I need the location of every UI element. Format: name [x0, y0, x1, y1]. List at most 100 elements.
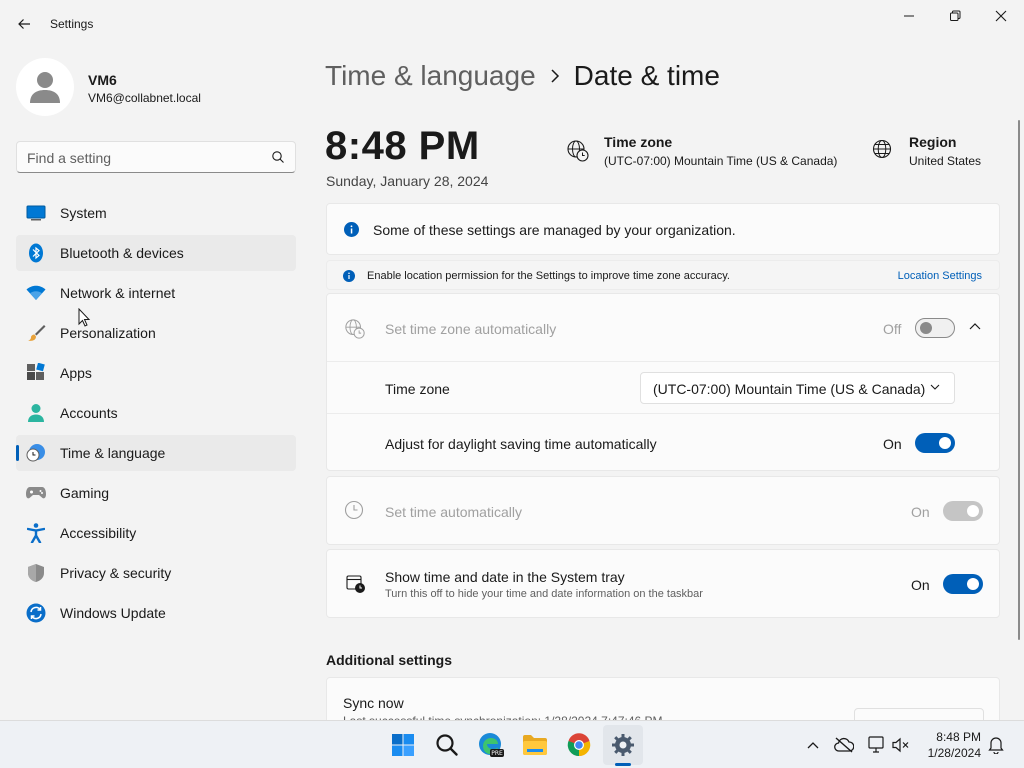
accessibility-icon: [26, 523, 46, 543]
sidebar-item-label: System: [60, 205, 107, 221]
timezone-summary-title: Time zone: [604, 134, 673, 150]
globe-icon: [872, 139, 892, 159]
sidebar-item-time-language[interactable]: Time & language: [16, 435, 296, 471]
sidebar-item-label: Accessibility: [60, 525, 137, 541]
brush-icon: [26, 323, 46, 343]
gear-icon: [612, 734, 634, 756]
row-divider: [327, 361, 999, 362]
location-info-bar: Enable location permission for the Setti…: [326, 260, 1000, 290]
onedrive-offline-icon[interactable]: [834, 735, 854, 755]
clock-icon: [344, 500, 364, 520]
network-icon[interactable]: [866, 735, 886, 755]
chevron-up-icon[interactable]: [969, 322, 981, 330]
chevron-right-icon: [550, 69, 560, 83]
show-hidden-icons-button[interactable]: [803, 735, 823, 755]
auto-timezone-toggle[interactable]: [915, 318, 955, 338]
settings-taskbar-button[interactable]: [603, 725, 643, 765]
chrome-button[interactable]: [559, 725, 599, 765]
user-name: VM6: [88, 72, 117, 88]
taskbar-clock-time[interactable]: 8:48 PM: [936, 730, 981, 744]
sidebar-item-personalization[interactable]: Personalization: [16, 315, 296, 351]
dst-toggle[interactable]: [915, 433, 955, 453]
auto-timezone-label: Set time zone automatically: [385, 321, 557, 337]
info-icon: [344, 222, 359, 237]
search-taskbar-button[interactable]: [427, 725, 467, 765]
managed-banner: Some of these settings are managed by yo…: [326, 203, 1000, 255]
update-icon: [26, 603, 46, 623]
chevron-down-icon: [930, 384, 940, 391]
sidebar-item-label: Bluetooth & devices: [60, 245, 184, 261]
accounts-icon: [26, 403, 46, 423]
auto-time-state: On: [911, 504, 930, 520]
edge-badge: PRE: [491, 750, 503, 757]
system-icon: [26, 203, 46, 223]
maximize-button[interactable]: [932, 0, 978, 32]
folder-icon: [523, 735, 547, 755]
auto-time-label: Set time automatically: [385, 504, 522, 520]
sidebar-item-label: Time & language: [60, 445, 166, 461]
back-button[interactable]: [8, 8, 40, 40]
search-icon: [436, 734, 458, 756]
minimize-button[interactable]: [886, 0, 932, 32]
timezone-dropdown[interactable]: (UTC-07:00) Mountain Time (US & Canada): [640, 372, 955, 404]
page-title: Date & time: [573, 60, 720, 91]
file-explorer-button[interactable]: [515, 725, 555, 765]
timezone-globe-clock-icon: [566, 139, 590, 163]
taskbar-clock-date[interactable]: 1/28/2024: [928, 746, 981, 760]
app-title: Settings: [50, 17, 94, 31]
notifications-bell-icon[interactable]: [986, 735, 1006, 755]
search-icon[interactable]: [271, 150, 285, 164]
gamepad-icon: [26, 483, 46, 503]
auto-timezone-state: Off: [883, 321, 902, 337]
tray-state: On: [911, 577, 930, 593]
wifi-icon: [26, 283, 46, 303]
windows-logo-icon: [392, 734, 414, 756]
system-tray-card: Show time and date in the System tray Tu…: [326, 549, 1000, 618]
current-date: Sunday, January 28, 2024: [326, 173, 489, 189]
dst-label: Adjust for daylight saving time automati…: [385, 436, 657, 452]
search-input[interactable]: [27, 148, 257, 168]
sidebar-item-label: Windows Update: [60, 605, 166, 621]
scrollbar[interactable]: [1018, 120, 1020, 640]
close-button[interactable]: [978, 0, 1024, 32]
sidebar-item-network[interactable]: Network & internet: [16, 275, 296, 311]
sidebar-item-gaming[interactable]: Gaming: [16, 475, 296, 511]
sidebar-item-windows-update[interactable]: Windows Update: [16, 595, 296, 631]
managed-banner-text: Some of these settings are managed by yo…: [373, 222, 736, 238]
location-settings-link[interactable]: Location Settings: [898, 270, 982, 282]
breadcrumb-parent[interactable]: Time & language: [325, 60, 536, 92]
additional-settings-heading: Additional settings: [326, 652, 452, 668]
bluetooth-icon: [26, 243, 46, 263]
sidebar-item-accounts[interactable]: Accounts: [16, 395, 296, 431]
dst-state: On: [883, 436, 902, 452]
region-summary-title: Region: [909, 134, 957, 150]
active-app-indicator: [615, 763, 631, 766]
search-box[interactable]: [16, 141, 296, 173]
calendar-clock-icon: [346, 574, 366, 594]
sidebar-item-system[interactable]: System: [16, 195, 296, 231]
auto-time-toggle[interactable]: [943, 501, 983, 521]
close-icon: [995, 10, 1007, 22]
sidebar-item-accessibility[interactable]: Accessibility: [16, 515, 296, 551]
location-info-text: Enable location permission for the Setti…: [367, 270, 730, 282]
tray-description: Turn this off to hide your time and date…: [385, 588, 703, 600]
sidebar-item-label: Personalization: [60, 325, 156, 341]
avatar[interactable]: [16, 58, 74, 116]
timezone-settings-card: Set time zone automatically Off Time zon…: [326, 293, 1000, 471]
edge-preview-button[interactable]: PRE: [471, 725, 511, 765]
chrome-icon: [567, 733, 591, 757]
volume-muted-icon[interactable]: [891, 735, 911, 755]
sidebar-item-bluetooth[interactable]: Bluetooth & devices: [16, 235, 296, 271]
user-avatar-icon: [30, 72, 60, 103]
globe-clock-icon: [344, 318, 366, 340]
tray-toggle[interactable]: [943, 574, 983, 594]
tray-label: Show time and date in the System tray: [385, 569, 625, 585]
sidebar-item-apps[interactable]: Apps: [16, 355, 296, 391]
sidebar-item-privacy[interactable]: Privacy & security: [16, 555, 296, 591]
current-time: 8:48 PM: [325, 124, 480, 168]
title-bar: Settings: [0, 0, 1024, 44]
taskbar: PRE 8:48 PM 1/28/2024: [0, 720, 1024, 768]
timezone-dropdown-value: (UTC-07:00) Mountain Time (US & Canada): [653, 381, 926, 397]
start-button[interactable]: [383, 725, 423, 765]
apps-icon: [26, 363, 46, 383]
